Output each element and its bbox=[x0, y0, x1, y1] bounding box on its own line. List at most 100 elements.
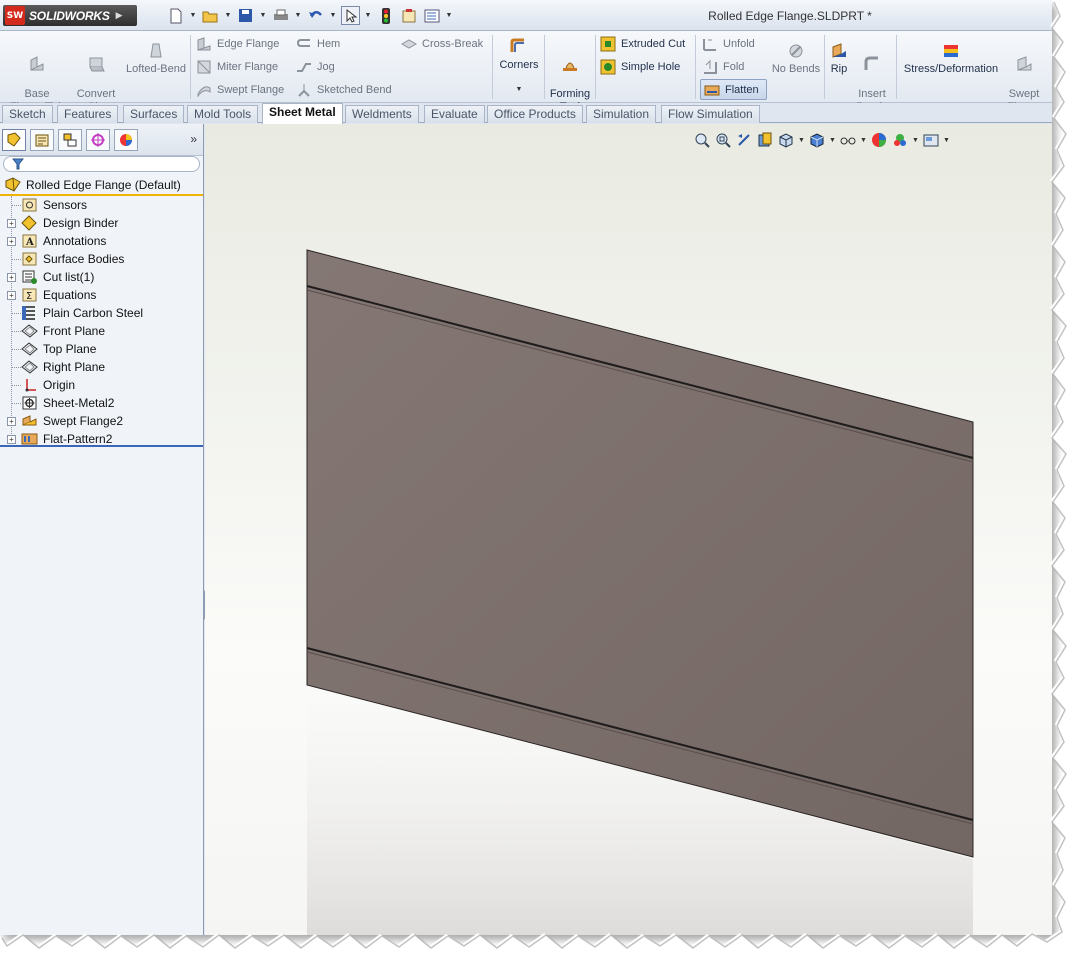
sketched-bend-button[interactable]: Sketched Bend bbox=[296, 80, 392, 99]
jog-button[interactable]: Jog bbox=[296, 57, 335, 76]
expand-icon[interactable]: + bbox=[7, 435, 16, 444]
flattened-sheet-metal-model[interactable] bbox=[205, 124, 1052, 935]
rip-button[interactable]: Rip bbox=[827, 41, 851, 76]
undo-icon[interactable] bbox=[306, 6, 325, 25]
chevron-down-icon[interactable]: ▼ bbox=[329, 6, 337, 25]
configuration-manager-icon[interactable] bbox=[58, 128, 82, 151]
chevron-down-icon[interactable]: ▼ bbox=[364, 6, 372, 25]
expand-icon[interactable]: + bbox=[7, 219, 16, 228]
tree-item-label: Sheet-Metal2 bbox=[43, 396, 115, 410]
origin-icon bbox=[25, 379, 36, 392]
display-manager-icon[interactable] bbox=[114, 128, 138, 151]
sensors-icon bbox=[22, 198, 37, 212]
expand-icon[interactable]: + bbox=[7, 237, 16, 246]
menu-expand-arrow-icon[interactable]: ▶ bbox=[116, 10, 123, 21]
swept-flange-button[interactable]: Swept Flange bbox=[196, 80, 284, 99]
new-document-icon[interactable] bbox=[166, 6, 185, 25]
simple-hole-button[interactable]: Simple Hole bbox=[600, 57, 680, 76]
hem-button[interactable]: Hem bbox=[296, 34, 340, 53]
tab-evaluate[interactable]: Evaluate bbox=[424, 105, 485, 123]
edge-flange-button[interactable]: Edge Flange bbox=[196, 34, 279, 53]
fold-label: Fold bbox=[723, 60, 745, 73]
corners-dropdown-icon[interactable]: ▼ bbox=[497, 84, 541, 97]
sketched-bend-icon bbox=[298, 83, 310, 97]
tab-surfaces[interactable]: Surfaces bbox=[123, 105, 185, 123]
print-icon[interactable] bbox=[271, 6, 290, 25]
tree-item-origin[interactable]: Origin bbox=[0, 376, 203, 394]
unfold-button[interactable]: Unfold bbox=[702, 34, 755, 53]
tab-weldments[interactable]: Weldments bbox=[345, 105, 419, 123]
file-properties-icon[interactable] bbox=[399, 6, 418, 25]
tab-simulation[interactable]: Simulation bbox=[586, 105, 657, 123]
tree-item-right-plane[interactable]: Right Plane bbox=[0, 358, 203, 376]
chevron-down-icon[interactable]: ▼ bbox=[445, 6, 453, 25]
miter-flange-button[interactable]: Miter Flange bbox=[196, 57, 278, 76]
base-flange-icon bbox=[30, 55, 44, 71]
expand-icon[interactable]: + bbox=[7, 291, 16, 300]
tree-item-label: Surface Bodies bbox=[43, 252, 125, 266]
swept-flange-label: Swept Flange bbox=[217, 83, 285, 96]
annotations-icon: A bbox=[22, 234, 37, 248]
chevron-down-icon[interactable]: ▼ bbox=[189, 6, 197, 25]
cut-list-icon bbox=[22, 270, 37, 284]
lofted-bend-icon bbox=[150, 43, 162, 58]
plane-icon bbox=[21, 324, 38, 338]
cross-break-button[interactable]: Cross-Break bbox=[401, 34, 483, 53]
select-arrow-icon[interactable] bbox=[341, 6, 360, 25]
fold-button[interactable]: Fold bbox=[702, 57, 744, 76]
tab-office-products[interactable]: Office Products bbox=[487, 105, 583, 123]
chevron-down-icon[interactable]: ▼ bbox=[294, 6, 302, 25]
tree-item-design-binder[interactable]: + Design Binder bbox=[0, 214, 203, 232]
expand-icon[interactable]: + bbox=[7, 417, 16, 426]
feature-tree-filter[interactable] bbox=[3, 156, 200, 172]
tree-item-top-plane[interactable]: Top Plane bbox=[0, 340, 203, 358]
tree-item-surface-bodies[interactable]: Surface Bodies bbox=[0, 250, 203, 268]
tab-mold-tools[interactable]: Mold Tools bbox=[187, 105, 259, 123]
rollback-bar[interactable] bbox=[0, 445, 203, 447]
save-icon[interactable] bbox=[236, 6, 255, 25]
svg-text:A: A bbox=[25, 237, 34, 248]
tab-flow-simulation[interactable]: Flow Simulation bbox=[661, 105, 760, 123]
corners-button[interactable]: Corners ▼ bbox=[497, 37, 541, 96]
graphics-area[interactable]: ▼ ▼ ▼ ▼ ▼ bbox=[205, 124, 1052, 935]
tree-item-front-plane[interactable]: Front Plane bbox=[0, 322, 203, 340]
sheet-metal-icon bbox=[22, 396, 37, 410]
chevron-down-icon[interactable]: ▼ bbox=[259, 6, 267, 25]
expand-icon[interactable]: + bbox=[7, 273, 16, 282]
tab-features[interactable]: Features bbox=[57, 105, 119, 123]
edge-flange-label: Edge Flange bbox=[217, 37, 280, 50]
rebuild-traffic-light-icon[interactable] bbox=[376, 6, 395, 25]
unfold-label: Unfold bbox=[723, 37, 755, 50]
tree-connector bbox=[12, 385, 21, 386]
open-folder-icon[interactable] bbox=[201, 6, 220, 25]
tree-item-annotations[interactable]: + A Annotations bbox=[0, 232, 203, 250]
property-manager-icon[interactable] bbox=[30, 128, 54, 151]
tree-item-sheet-metal[interactable]: Sheet-Metal2 bbox=[0, 394, 203, 412]
stress-deformation-button[interactable]: Stress/Deformation bbox=[901, 41, 1001, 76]
title-bar: SW SOLIDWORKS ▶ ▼ ▼ ▼ ▼ ▼ ▼ ▼ Rolled Edg… bbox=[0, 0, 1052, 31]
tree-item-swept-flange[interactable]: + Swept Flange2 bbox=[0, 412, 203, 430]
simple-hole-label: Simple Hole bbox=[621, 60, 681, 73]
chevron-down-icon[interactable]: ▼ bbox=[224, 6, 232, 25]
chevron-right-double-icon[interactable]: » bbox=[190, 132, 197, 146]
options-icon[interactable] bbox=[422, 6, 441, 25]
plane-icon bbox=[21, 360, 38, 374]
dimxpert-icon[interactable] bbox=[86, 128, 110, 151]
tree-item-label: Top Plane bbox=[43, 342, 97, 356]
tab-sketch[interactable]: Sketch bbox=[2, 105, 53, 123]
lofted-bend-button[interactable]: Lofted-Bend bbox=[124, 41, 188, 76]
feature-tree-root[interactable]: Rolled Edge Flange (Default) bbox=[0, 176, 203, 196]
no-bends-label: No Bends bbox=[771, 63, 821, 75]
insert-bends-icon bbox=[864, 56, 878, 70]
tree-item-cut-list[interactable]: + Cut list(1) bbox=[0, 268, 203, 286]
tab-sheet-metal[interactable]: Sheet Metal bbox=[262, 103, 343, 124]
flatten-button[interactable]: Flatten bbox=[700, 79, 767, 100]
feature-manager-icon[interactable] bbox=[2, 128, 26, 151]
no-bends-button[interactable]: No Bends bbox=[770, 41, 822, 76]
extruded-cut-button[interactable]: Extruded Cut bbox=[600, 34, 685, 53]
corners-icon bbox=[510, 38, 524, 52]
tree-item-sensors[interactable]: Sensors bbox=[0, 196, 203, 214]
tree-item-equations[interactable]: + Σ Equations bbox=[0, 286, 203, 304]
tree-item-material[interactable]: Plain Carbon Steel bbox=[0, 304, 203, 322]
solidworks-menu-button[interactable]: SW SOLIDWORKS ▶ bbox=[3, 5, 137, 26]
